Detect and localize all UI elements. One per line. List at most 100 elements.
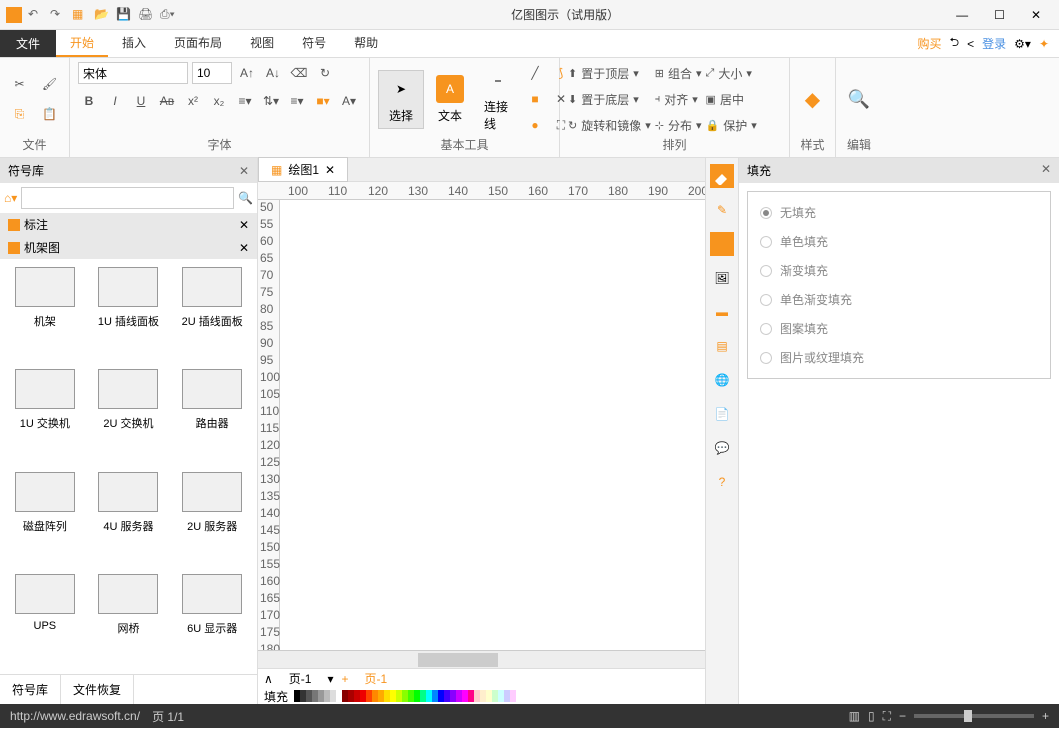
menu-insert[interactable]: 插入: [108, 30, 160, 57]
bring-front-button[interactable]: ⬆ 置于顶层▾: [568, 62, 651, 84]
zoom-slider[interactable]: [914, 714, 1034, 718]
cut-icon[interactable]: ✂: [9, 73, 31, 95]
fit-width-icon[interactable]: ▥: [849, 709, 860, 723]
section-annotations[interactable]: 标注 ✕: [0, 213, 257, 236]
protect-button[interactable]: 🔒 保护▾: [706, 114, 757, 136]
section-close-icon[interactable]: ✕: [239, 241, 249, 255]
fill-option[interactable]: 图案填充: [760, 320, 1038, 337]
add-page-icon[interactable]: +: [342, 672, 349, 686]
help-tool-icon[interactable]: ?: [710, 470, 734, 494]
new-icon[interactable]: ▦: [72, 7, 88, 23]
menu-symbol[interactable]: 符号: [288, 30, 340, 57]
menu-view[interactable]: 视图: [236, 30, 288, 57]
open-icon[interactable]: 📂: [94, 7, 110, 23]
case-icon[interactable]: ↻: [314, 62, 336, 84]
comment-tool-icon[interactable]: 💬: [710, 436, 734, 460]
login-link[interactable]: 登录: [982, 35, 1006, 52]
size-button[interactable]: ⤢ 大小▾: [706, 62, 757, 84]
tab-close-icon[interactable]: ✕: [325, 163, 335, 177]
subscript-button[interactable]: x₂: [208, 90, 230, 112]
globe-tool-icon[interactable]: 🌐: [710, 368, 734, 392]
pen-tool-icon[interactable]: ✎: [710, 198, 734, 222]
bullets-button[interactable]: ≡▾: [234, 90, 256, 112]
align-button[interactable]: ≡▾: [286, 90, 308, 112]
page-tab-2[interactable]: 页-1: [357, 670, 396, 687]
fullscreen-icon[interactable]: ⛶: [883, 709, 891, 724]
scroll-thumb[interactable]: [418, 653, 498, 667]
url-link[interactable]: http://www.edrawsoft.cn/: [10, 709, 140, 723]
line-spacing-button[interactable]: ⇅▾: [260, 90, 282, 112]
font-name-select[interactable]: [78, 62, 188, 84]
symbol-item[interactable]: 网桥: [92, 574, 166, 666]
copy-icon[interactable]: ⎘: [9, 103, 31, 125]
symbol-item[interactable]: 1U 交换机: [8, 369, 82, 461]
italic-button[interactable]: I: [104, 90, 126, 112]
zoom-in-icon[interactable]: +: [1042, 709, 1049, 723]
align-button-arr[interactable]: ⫞ 对齐▾: [655, 88, 702, 110]
increase-font-icon[interactable]: A↑: [236, 62, 258, 84]
font-color-button[interactable]: A▾: [338, 90, 360, 112]
find-icon[interactable]: 🔍: [848, 89, 870, 110]
tab-symbol-library[interactable]: 符号库: [0, 675, 61, 704]
send-back-button[interactable]: ⬇ 置于底层▾: [568, 88, 651, 110]
symbol-item[interactable]: 1U 插线面板: [92, 267, 166, 359]
home-icon[interactable]: ⌂▾: [4, 191, 17, 205]
page-nav-up[interactable]: ∧: [264, 672, 273, 686]
menu-file[interactable]: 文件: [0, 30, 56, 57]
tab-file-recovery[interactable]: 文件恢复: [61, 675, 134, 704]
print-icon[interactable]: 🖨: [138, 7, 154, 23]
page-tool-icon[interactable]: ▤: [710, 334, 734, 358]
text-tool[interactable]: A 文本: [428, 71, 472, 128]
select-tool[interactable]: ➤ 选择: [378, 70, 424, 129]
shape-tool-icon[interactable]: [710, 232, 734, 256]
symbol-item[interactable]: 磁盘阵列: [8, 472, 82, 564]
underline-button[interactable]: U: [130, 90, 152, 112]
canvas[interactable]: [280, 200, 705, 650]
format-painter-icon[interactable]: 🖌: [39, 73, 61, 95]
maximize-button[interactable]: ☐: [986, 8, 1013, 22]
symbol-search-input[interactable]: [21, 187, 234, 209]
menu-start[interactable]: 开始: [56, 30, 108, 57]
search-icon[interactable]: 🔍: [238, 191, 253, 205]
minimize-button[interactable]: —: [948, 8, 976, 22]
superscript-button[interactable]: x²: [182, 90, 204, 112]
paste-icon[interactable]: 📋: [39, 103, 61, 125]
share-icon[interactable]: ⮌: [950, 33, 960, 54]
fill-option[interactable]: 渐变填充: [760, 262, 1038, 279]
section-rack[interactable]: 机架图 ✕: [0, 236, 257, 259]
document-tab[interactable]: ▦ 绘图1 ✕: [258, 157, 348, 182]
connector-tool[interactable]: ⎯ 连接线: [476, 62, 520, 136]
bold-button[interactable]: B: [78, 90, 100, 112]
symbol-item[interactable]: 4U 服务器: [92, 472, 166, 564]
zoom-out-icon[interactable]: −: [899, 709, 906, 723]
layer-tool-icon[interactable]: ▬: [710, 300, 734, 324]
fill-option[interactable]: 无填充: [760, 204, 1038, 221]
scrollbar-horizontal[interactable]: [258, 650, 705, 668]
buy-link[interactable]: 购买: [917, 35, 941, 52]
page-tab-1[interactable]: 页-1: [281, 670, 320, 687]
style-icon[interactable]: ◆: [805, 87, 820, 112]
symbol-item[interactable]: 6U 显示器: [175, 574, 249, 666]
undo-icon[interactable]: ↶: [28, 7, 44, 23]
symbol-item[interactable]: 2U 服务器: [175, 472, 249, 564]
strike-button[interactable]: Aʙ: [156, 90, 178, 112]
symbol-item[interactable]: 路由器: [175, 369, 249, 461]
fill-option[interactable]: 单色填充: [760, 233, 1038, 250]
note-tool-icon[interactable]: 📄: [710, 402, 734, 426]
font-size-select[interactable]: [192, 62, 232, 84]
color-swatch[interactable]: [510, 690, 516, 702]
decrease-font-icon[interactable]: A↓: [262, 62, 284, 84]
fill-option[interactable]: 单色渐变填充: [760, 291, 1038, 308]
gear-icon[interactable]: ⚙▾: [1014, 37, 1031, 51]
symbol-item[interactable]: UPS: [8, 574, 82, 666]
section-close-icon[interactable]: ✕: [239, 218, 249, 232]
rotate-button[interactable]: ↻ 旋转和镜像▾: [568, 114, 651, 136]
clear-format-icon[interactable]: ⌫: [288, 62, 310, 84]
fit-page-icon[interactable]: ▯: [868, 709, 875, 723]
highlight-button[interactable]: ■▾: [312, 90, 334, 112]
fill-tool-icon[interactable]: [710, 164, 734, 188]
symbol-panel-close[interactable]: ✕: [239, 164, 249, 178]
page-dropdown[interactable]: ▾: [327, 672, 333, 686]
preview-icon[interactable]: ⎙▾: [160, 7, 176, 23]
menu-layout[interactable]: 页面布局: [160, 30, 236, 57]
